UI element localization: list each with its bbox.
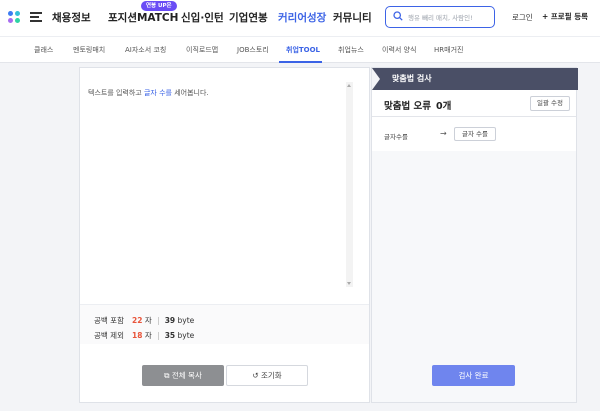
subnav-jobstory[interactable]: JOB스토리 (237, 45, 269, 55)
scroll-down-arrow-icon (347, 282, 351, 285)
search-placeholder: 행유 빼리 매치, 사람인! (408, 14, 473, 22)
subnav-class[interactable]: 클래스 (34, 45, 53, 55)
search-box[interactable]: 행유 빼리 매치, 사람인! (385, 6, 495, 28)
correction-item: 글자수를 → 글자 수를 (372, 117, 576, 151)
subnav-mentoring[interactable]: 멘토링매치 (73, 45, 105, 55)
login-link[interactable]: 로그인 (512, 12, 533, 23)
nav-career-growth[interactable]: 커리어성장 (278, 10, 326, 25)
error-count: 0개 (436, 101, 452, 112)
copy-icon: ⧉ (164, 371, 172, 380)
top-header: 채용정보 포지션MATCH 연봉 UP은 신입·인턴 기업연봉 커리어성장 커뮤… (0, 0, 600, 36)
sub-navigation: 클래스 멘토링매치 AI자소서 코칭 이직로드맵 JOB스토리 취업TOOL 취… (0, 36, 600, 63)
check-complete-button[interactable]: 검사 완료 (432, 365, 515, 386)
text-input-area[interactable]: 텍스트를 입력하고 글자 수를 세어봅니다. (88, 80, 356, 292)
nav-community[interactable]: 커뮤니티 (333, 10, 372, 25)
count-without-spaces: 공백 제외 18 자 35 byte (94, 331, 195, 340)
profile-register-link[interactable]: + 프로필 등록 (542, 11, 588, 22)
editor-scrollbar[interactable] (346, 82, 353, 287)
subnav-hr-magazine[interactable]: HR매거진 (434, 45, 463, 55)
subnav-job-news[interactable]: 취업뉴스 (338, 45, 364, 55)
correction-suggestion-button[interactable]: 글자 수를 (454, 127, 496, 141)
subnav-job-tool[interactable]: 취업TOOL (286, 45, 320, 55)
count-with-spaces: 공백 포함 22 자 39 byte (94, 316, 195, 325)
subnav-resume-forms[interactable]: 이력서 양식 (382, 45, 416, 55)
fix-all-button[interactable]: 일괄 수정 (530, 96, 570, 111)
error-summary-row: 맞춤법 오류 0개 일괄 수정 (372, 90, 576, 117)
copy-all-button[interactable]: ⧉ 전체 복사 (142, 365, 224, 386)
refresh-icon: ↺ (252, 371, 261, 380)
nav-position-match[interactable]: 포지션MATCH (108, 10, 178, 25)
spellcheck-panel: 맞춤법 검사 맞춤법 오류 0개 일괄 수정 글자수를 → 글자 수를 검사 완… (371, 67, 578, 403)
character-count-box: 공백 포함 22 자 39 byte 공백 제외 18 자 35 byte (80, 304, 369, 344)
nav-newcomer-intern[interactable]: 신입·인턴 (181, 10, 224, 25)
arrow-right-icon: → (440, 129, 447, 138)
editor-placeholder: 텍스트를 입력하고 글자 수를 세어봅니다. (88, 89, 209, 97)
subnav-roadmap[interactable]: 이직로드맵 (186, 45, 218, 55)
promo-badge: 연봉 UP은 (141, 1, 177, 11)
hamburger-menu-icon[interactable] (30, 12, 42, 22)
correction-original: 글자수를 (384, 133, 408, 141)
saramin-logo[interactable] (8, 11, 20, 23)
subnav-ai-coaching[interactable]: AI자소서 코칭 (125, 45, 166, 55)
active-tab-underline (279, 61, 322, 63)
nav-jobs[interactable]: 채용정보 (52, 10, 91, 25)
scroll-up-arrow-icon (347, 84, 351, 87)
text-editor-panel: 텍스트를 입력하고 글자 수를 세어봅니다. 공백 포함 22 자 39 byte … (79, 67, 370, 403)
spellcheck-header: 맞춤법 검사 (372, 68, 578, 90)
search-icon (393, 11, 403, 21)
reset-button[interactable]: ↺ 조기화 (226, 365, 308, 386)
error-label: 맞춤법 오류 (384, 101, 432, 112)
nav-company-salary[interactable]: 기업연봉 (229, 10, 268, 25)
spellcheck-title: 맞춤법 검사 (392, 74, 432, 83)
